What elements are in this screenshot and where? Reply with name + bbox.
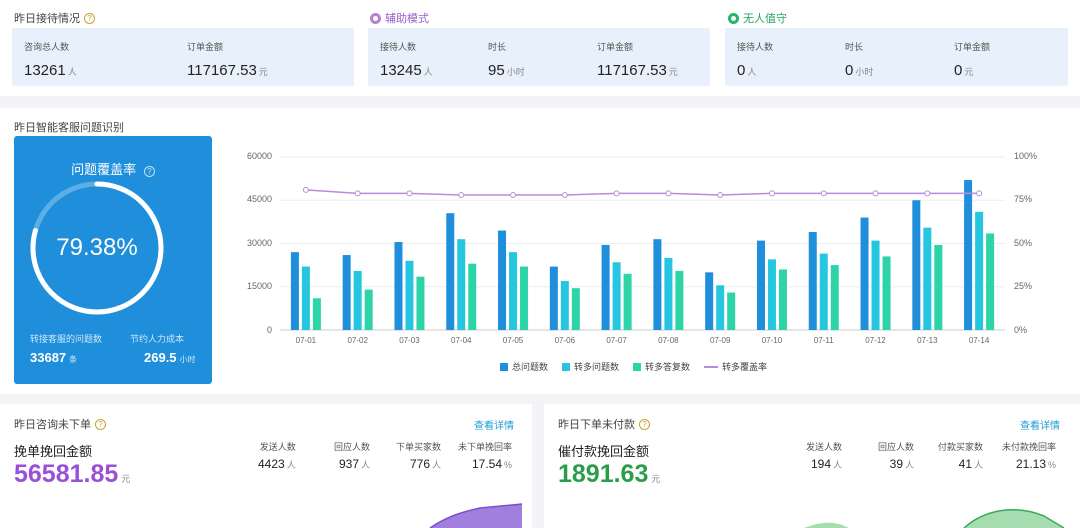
top-title: 昨日接待情况 ? <box>14 10 95 26</box>
legend-item[interactable]: 总问题数 <box>500 360 548 373</box>
stat-label: 接待人数 <box>737 42 774 52</box>
y-tick-right: 25% <box>1014 281 1033 291</box>
stat-unmanned-duration: 时长 0 小时 <box>845 40 873 79</box>
stat-value: 0元 <box>954 62 974 79</box>
stat-label: 订单金额 <box>187 42 224 52</box>
legend-swatch <box>562 362 571 371</box>
x-tick-label: 07-13 <box>917 336 938 345</box>
unmanned-mode-icon <box>728 12 739 24</box>
legend-item[interactable]: 转多覆盖率 <box>704 360 767 373</box>
y-tick-right: 75% <box>1014 194 1033 204</box>
stat-value: 13245 人 <box>380 62 433 79</box>
chart-legend: 总问题数 转多问题数 转多答复数 转多覆盖率 <box>500 360 767 373</box>
x-tick-label: 07-01 <box>295 336 317 345</box>
unordered-panel: 昨日咨询未下单 ? 查看详情 挽单挽回金额 56581.85 元 发送人数 442… <box>0 404 532 528</box>
legend-swatch <box>500 362 508 371</box>
stat-value: 13261 人 <box>24 62 77 79</box>
x-tick-label: 07-14 <box>968 336 990 345</box>
y-tick-left: 15000 <box>246 281 272 291</box>
unpaid-trend-chart <box>804 509 1065 528</box>
x-tick-label: 07-10 <box>761 336 783 345</box>
stat-label: 时长 <box>488 42 507 52</box>
legend-swatch <box>633 362 642 371</box>
unpaid-panel: 昨日下单未付款 ? 查看详情 催付款挽回金额 1891.63 元 发送人数 194… <box>544 404 1080 528</box>
stat-label: 订单金额 <box>597 42 634 52</box>
stat-label: 咨询总人数 <box>24 42 70 52</box>
legend-item[interactable]: 转多答复数 <box>633 360 690 373</box>
stat-unmanned-reception: 接待人数 0人 <box>737 40 773 79</box>
top-panel: 昨日接待情况 ? 辅助模式 无人值守 咨询总人数 13261 人 订单金额 117… <box>0 0 1080 96</box>
reception-stats-box: 咨询总人数 13261 人 订单金额 117167.53 元 <box>12 28 354 86</box>
unmanned-stats-box: 接待人数 0人 时长 0 小时 订单金额 0元 <box>725 28 1068 86</box>
y-tick-right: 100% <box>1014 151 1038 161</box>
stat-value: 117167.53 元 <box>187 62 268 79</box>
assist-title-text: 辅助模式 <box>385 13 429 25</box>
unordered-trend-chart <box>429 503 523 528</box>
stat-assist-duration: 时长 95 小时 <box>488 40 525 79</box>
x-tick-label: 07-12 <box>865 336 886 345</box>
question-icon[interactable]: ? <box>84 12 95 24</box>
stat-value: 117167.53 元 <box>597 62 678 79</box>
x-tick-label: 07-04 <box>451 336 472 345</box>
stat-unmanned-order-amount: 订单金额 0元 <box>954 40 990 79</box>
stat-value: 95 小时 <box>488 62 525 79</box>
x-tick-label: 07-06 <box>554 336 576 345</box>
y-tick-right: 0% <box>1014 325 1028 335</box>
y-tick-left: 30000 <box>246 238 272 248</box>
top-title-text: 昨日接待情况 <box>14 13 80 25</box>
legend-item[interactable]: 转多问题数 <box>562 360 619 373</box>
y-tick-left: 60000 <box>246 151 272 161</box>
y-tick-left: 45000 <box>246 194 272 204</box>
coverage-card: 问题覆盖率 ? 79.38% 转接客服的问题数 节约人力成本 33687 条 26… <box>14 136 212 384</box>
unmanned-title: 无人值守 <box>728 10 787 26</box>
assist-title: 辅助模式 <box>370 10 429 26</box>
x-tick-label: 07-02 <box>347 336 368 345</box>
x-tick-label: 07-03 <box>399 336 420 345</box>
stat-assist-order-amount: 订单金额 117167.53 元 <box>597 40 678 79</box>
unmanned-title-text: 无人值守 <box>743 13 787 25</box>
x-tick-label: 07-11 <box>813 336 834 345</box>
middle-title: 昨日智能客服问题识别 <box>14 122 124 134</box>
x-tick-label: 07-05 <box>502 336 524 345</box>
assist-mode-icon <box>370 12 381 24</box>
stat-value: 0人 <box>737 62 757 79</box>
coverage-percent: 79.38% <box>56 234 138 261</box>
stat-total-consult: 咨询总人数 13261 人 <box>24 40 77 79</box>
stat-order-amount: 订单金额 117167.53 元 <box>187 40 268 79</box>
assist-stats-box: 接待人数 13245 人 时长 95 小时 订单金额 117167.53 元 <box>368 28 710 86</box>
unordered-trend-area <box>430 504 522 528</box>
transfer-question-value: 33687 条 <box>30 350 78 365</box>
unpaid-trend-area <box>804 522 849 528</box>
stat-label: 接待人数 <box>380 42 417 52</box>
x-tick-label: 07-07 <box>606 336 627 345</box>
labor-saving-label: 节约人力成本 <box>130 334 185 344</box>
transfer-question-label: 转接客服的问题数 <box>30 334 103 344</box>
legend-line-swatch <box>704 365 719 368</box>
stat-label: 订单金额 <box>954 42 991 52</box>
x-tick-label: 07-08 <box>658 336 679 345</box>
stat-assist-reception: 接待人数 13245 人 <box>380 40 433 79</box>
stat-label: 时长 <box>845 42 864 52</box>
y-tick-right: 50% <box>1014 238 1033 248</box>
y-tick-left: 0 <box>266 325 272 335</box>
labor-saving-value: 269.5 小时 <box>144 350 196 365</box>
x-tick-label: 07-09 <box>709 336 731 345</box>
stat-value: 0 小时 <box>845 62 874 79</box>
